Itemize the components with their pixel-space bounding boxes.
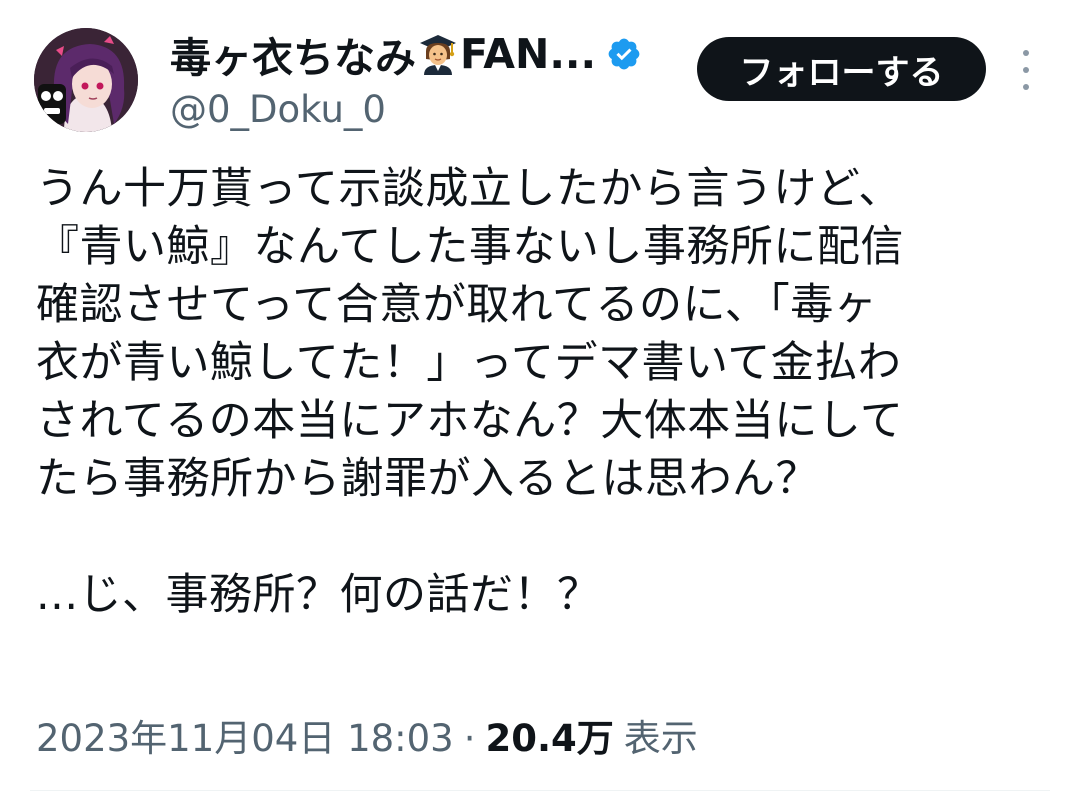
tweet-text-line: されてるの本当にアホなん？大体本当にして [36, 396, 904, 446]
tweet-text-line: 『青い鯨』なんてした事ないし事務所に配信 [36, 222, 904, 272]
tweet-meta: 2023年11月04日 18:03 · 20.4万 表示 [36, 708, 698, 762]
tweet-text: うん十万貰って示談成立したから言うけど、 『青い鯨』なんてした事ないし事務所に配… [36, 160, 1046, 624]
name-row: 毒ヶ衣ちなみ FAN... [170, 26, 642, 82]
divider [30, 790, 1050, 791]
more-options-icon[interactable] [1014, 50, 1038, 90]
more-dot [1023, 84, 1029, 90]
views-count: 20.4万 [485, 717, 614, 760]
more-dot [1023, 50, 1029, 56]
author-block: 毒ヶ衣ちなみ FAN... @0_Doku_0 [170, 26, 642, 131]
meta-separator: · [463, 717, 476, 760]
verified-badge-icon[interactable] [606, 36, 642, 72]
tweet: 毒ヶ衣ちなみ FAN... @0_Doku_0 フォローする うん十万貰って示談… [0, 0, 1080, 802]
display-name-suffix[interactable]: FAN... [460, 30, 596, 78]
tweet-text-line: うん十万貰って示談成立したから言うけど、 [36, 164, 902, 214]
views-label: 表示 [623, 717, 698, 760]
tweet-text-line: 確認させてって合意が取れてるのに、「毒ヶ [36, 280, 878, 330]
tweet-text-line: たら事務所から謝罪が入るとは思わん？ [36, 454, 819, 504]
tweet-text-line: ...じ、事務所？何の話だ！？ [36, 570, 601, 620]
user-handle[interactable]: @0_Doku_0 [170, 88, 642, 131]
more-dot [1023, 67, 1029, 73]
avatar-image [34, 28, 138, 132]
tweet-text-line: 衣が青い鯨してた！」ってデマ書いて金払わ [36, 338, 902, 388]
graduate-emoji-icon [418, 33, 458, 75]
tweet-text-blank-line [36, 508, 1046, 566]
avatar[interactable] [34, 28, 138, 132]
follow-button[interactable]: フォローする [697, 37, 986, 101]
tweet-timestamp[interactable]: 2023年11月04日 18:03 [36, 708, 454, 762]
display-name[interactable]: 毒ヶ衣ちなみ [170, 24, 416, 84]
